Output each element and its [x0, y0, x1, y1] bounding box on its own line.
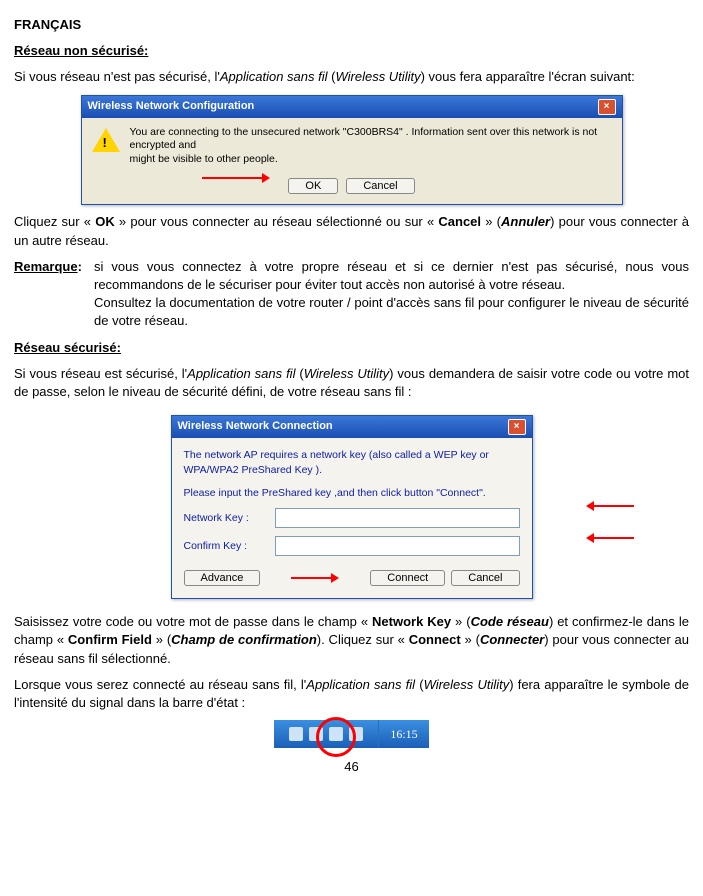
ok-button[interactable]: OK	[288, 178, 338, 194]
section1-intro: Si vous réseau n'est pas sécurisé, l'App…	[14, 68, 689, 86]
remark-block: Remarque: si vous vous connectez à votre…	[14, 258, 689, 294]
red-arrow-icon	[291, 577, 331, 579]
t: » (	[461, 632, 480, 647]
t: Application sans fil	[220, 69, 328, 84]
t: Confirm Field	[68, 632, 152, 647]
close-icon[interactable]: ×	[598, 99, 616, 115]
dialog-message: You are connecting to the unsecured netw…	[130, 126, 612, 167]
t: Wireless Utility	[304, 366, 389, 381]
red-arrow-icon	[594, 537, 634, 539]
cancel-button[interactable]: Cancel	[346, 178, 414, 194]
section2-intro: Si vous réseau est sécurisé, l'Applicati…	[14, 365, 689, 401]
chevron-left-icon[interactable]	[289, 727, 303, 741]
confirm-key-input[interactable]	[275, 536, 520, 556]
dialog-titlebar: Wireless Network Connection ×	[172, 416, 532, 438]
t: Application sans fil	[306, 677, 415, 692]
t: » (	[152, 632, 171, 647]
t: ) vous fera apparaître l'écran suivant:	[421, 69, 635, 84]
network-key-label: Network Key :	[184, 511, 269, 526]
t: Application sans fil	[187, 366, 295, 381]
t: » (	[451, 614, 470, 629]
section1-after: Cliquez sur « OK » pour vous connecter a…	[14, 213, 689, 249]
t: Annuler	[501, 214, 550, 229]
unsecured-network-dialog: Wireless Network Configuration × You are…	[81, 95, 623, 206]
highlight-circle-icon	[316, 717, 356, 757]
t: :	[78, 259, 82, 274]
red-arrow-icon	[202, 177, 262, 179]
section2-after: Saisissez votre code ou votre mot de pas…	[14, 613, 689, 668]
remark-text-2: Consultez la documentation de votre rout…	[14, 294, 689, 330]
t: Cancel	[438, 214, 481, 229]
tray-clock: 16:15	[378, 720, 429, 748]
section2-title: Réseau sécurisé:	[14, 339, 689, 357]
connect-button[interactable]: Connect	[370, 570, 445, 586]
t: » (	[481, 214, 501, 229]
dialog-msg2: Please input the PreShared key ,and then…	[184, 486, 520, 501]
t: Saisissez votre code ou votre mot de pas…	[14, 614, 372, 629]
warning-icon	[92, 128, 120, 152]
close-icon[interactable]: ×	[508, 419, 526, 435]
t: (	[415, 677, 424, 692]
dialog-titlebar: Wireless Network Configuration ×	[82, 96, 622, 118]
network-key-dialog: Wireless Network Connection × The networ…	[171, 415, 533, 599]
t: might be visible to other people.	[130, 153, 612, 167]
t: (	[295, 366, 303, 381]
t: Si vous réseau est sécurisé, l'	[14, 366, 187, 381]
t: » pour vous connecter au réseau sélectio…	[115, 214, 439, 229]
section1-title: Réseau non sécurisé:	[14, 42, 689, 60]
t: Champ de confirmation	[171, 632, 317, 647]
t: Si vous réseau n'est pas sécurisé, l'	[14, 69, 220, 84]
advance-button[interactable]: Advance	[184, 570, 261, 586]
remark-text-1: si vous vous connectez à votre propre ré…	[94, 259, 689, 292]
t: OK	[95, 214, 115, 229]
t: Connecter	[480, 632, 544, 647]
t: Network Key	[372, 614, 451, 629]
network-key-input[interactable]	[275, 508, 520, 528]
remark-label: Remarque	[14, 259, 78, 274]
system-tray: 16:15	[274, 720, 429, 748]
language-header: FRANÇAIS	[14, 16, 689, 34]
t: Connect	[409, 632, 461, 647]
t: ). Cliquez sur «	[317, 632, 409, 647]
cancel-button[interactable]: Cancel	[451, 570, 519, 586]
t: Code réseau	[471, 614, 549, 629]
section3-text: Lorsque vous serez connecté au réseau sa…	[14, 676, 689, 712]
section2-title-text: Réseau sécurisé:	[14, 340, 121, 355]
t: Lorsque vous serez connecté au réseau sa…	[14, 677, 306, 692]
dialog-title: Wireless Network Configuration	[88, 99, 255, 114]
red-arrow-icon	[594, 505, 634, 507]
t: You are connecting to the unsecured netw…	[130, 126, 612, 153]
dialog-msg1: The network AP requires a network key (a…	[184, 448, 520, 477]
t: Cliquez sur «	[14, 214, 95, 229]
t: Wireless Utility	[424, 677, 510, 692]
page-number: 46	[14, 758, 689, 776]
section1-title-text: Réseau non sécurisé:	[14, 43, 148, 58]
dialog-title: Wireless Network Connection	[178, 419, 333, 434]
confirm-key-label: Confirm Key :	[184, 539, 269, 554]
t: Wireless Utility	[335, 69, 420, 84]
